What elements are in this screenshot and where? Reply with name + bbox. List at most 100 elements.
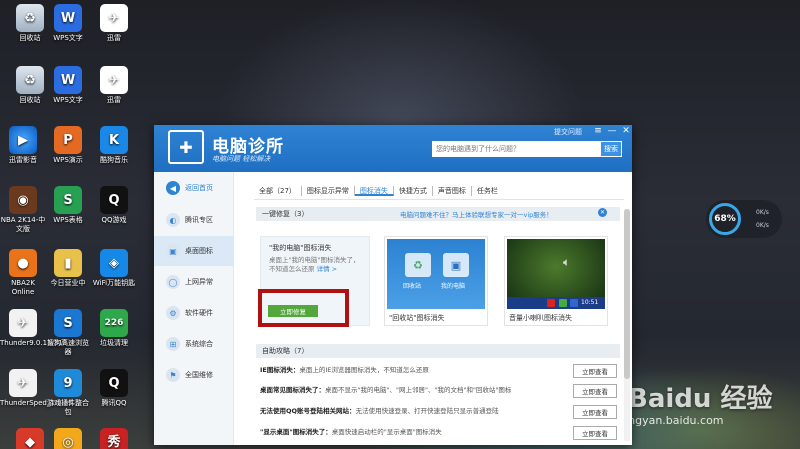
scrollbar-thumb[interactable] [624,209,630,379]
sidebar-item-desktop-icons[interactable]: ▣ 桌面图标 [154,236,234,266]
view-now-button[interactable]: 立即查看 [573,426,617,440]
desktop-icon-xunlei-2[interactable]: ✈ 迅雷 [91,66,137,105]
app-icon: 秀 [100,428,128,449]
desktop-icon-wps-presentation[interactable]: P WPS演示 [45,126,91,165]
desktop-icon-partial-3[interactable]: 秀 [91,428,137,449]
desktop-icon-qq-game[interactable]: Q QQ游戏 [91,186,137,225]
recycle-bin-card[interactable]: ♻ ▣ 回收站 我的电脑 "回收站"图标消失 [384,236,488,326]
tray-clock: 10:51 [581,299,599,306]
bin-label: 回收站 [403,283,422,290]
desktop-icon-label: 游戏插件整合包 [47,399,89,416]
guide-row: 无法使用QQ账号登陆相关网站：无法使用快速登录、打开快速登陆只显示普通登陆 [260,404,620,419]
desktop-icon-xunlei-player[interactable]: ▶ 迅雷影音 [0,126,46,165]
tab-sound-icon[interactable]: 声音图标 [433,186,472,196]
qq-icon: Q [100,369,128,397]
desktop-icon-label: 迅雷 [107,34,121,42]
desktop-icon-label: 搜狗高速浏览器 [47,339,89,356]
thunder-icon: ✈ [9,309,37,337]
wifi-icon: ◈ [100,249,128,277]
xunlei-icon: ✈ [100,4,128,32]
tab-all[interactable]: 全部（27） [254,186,302,196]
search-input[interactable] [432,141,600,157]
desktop-icon-cleaner[interactable]: 226 垃圾清理 [91,309,137,348]
card-description: 桌面上"我的电脑"图标消失了，不知道怎么还原 详情 > [269,256,365,274]
sidebar-item-label: 软件硬件 [185,309,213,317]
sidebar-item-tencent[interactable]: ◐ 腾讯专区 [154,205,234,235]
category-tabs: 全部（27） 图标显示异常 图标消失 快捷方式 声音图标 任务栏 [254,184,503,200]
desktop-icon-game-plugin[interactable]: 9 游戏插件整合包 [45,369,91,417]
guide-desc: 桌面快速启动栏的"显示桌面"图标消失 [331,428,442,436]
wps-writer-icon: W [54,4,82,32]
scrollbar[interactable] [624,209,630,441]
tab-icon-display[interactable]: 图标显示异常 [302,186,355,196]
sidebar-item-label: 上网异常 [185,278,213,286]
sidebar-item-home[interactable]: ◀ 返回首页 [154,173,234,203]
network-speed-widget[interactable]: 68% 0K/s 0K/s [706,200,782,238]
feedback-link[interactable]: 提交问题 [554,127,582,137]
cleaner-icon: 226 [100,309,128,337]
nba2k-online-icon: ● [9,249,37,277]
desktop-icon-wps-spreadsheet[interactable]: S WPS表格 [45,186,91,225]
card-description-text: 桌面上"我的电脑"图标消失了，不知道怎么还原 [269,256,360,273]
close-icon[interactable]: ✕ [620,126,632,136]
tab-shortcut[interactable]: 快捷方式 [394,186,433,196]
desktop-icon-wps-writer[interactable]: W WPS文字 [45,4,91,43]
sidebar-item-network[interactable]: ◯ 上网异常 [154,267,234,297]
desktop-icon-label: WPS表格 [53,216,83,224]
desktop-icon-label: 今日营业中 [50,279,86,287]
windows-icon: ⊞ [166,337,180,351]
sogou-browser-icon: S [54,309,82,337]
repair-icon: ⚑ [166,368,180,382]
close-icon[interactable]: ✕ [598,208,607,217]
search-button[interactable]: 搜索 [600,141,622,157]
desktop-icon-label: 酷狗音乐 [100,156,128,164]
sidebar-item-system[interactable]: ⊞ 系统综合 [154,329,234,359]
kugou-icon: K [100,126,128,154]
desktop-icon-wps-writer-2[interactable]: W WPS文字 [45,66,91,105]
tencent-icon: ◐ [166,213,180,227]
computer-icon: ▣ [443,253,469,277]
vip-service-link[interactable]: 电脑问题难不住？马上体验联想专家一对一vip服务！ [400,209,553,219]
desktop-icon-tencent-qq[interactable]: Q 腾讯QQ [91,369,137,408]
desktop-icon-label: 腾讯QQ [101,399,127,407]
desktop-icon-nba2k14[interactable]: ◉ NBA 2K14-中文版 [0,186,46,234]
app-icon: ◆ [16,428,44,449]
speaker-icon-card[interactable]: 🔈︎ 10:51 音量小喇叭图标消失 [504,236,608,326]
desktop-icon-wifi-key[interactable]: ◈ WiFi万能钥匙 [91,249,137,288]
view-now-button[interactable]: 立即查看 [573,384,617,398]
guide-title: IE图标消失： [260,366,300,374]
desktop-icon-kugou[interactable]: K 酷狗音乐 [91,126,137,165]
speaker-icon: 🔈︎ [563,255,571,269]
details-link[interactable]: 详情 > [317,265,338,273]
menu-icon[interactable]: ≡ [592,126,604,136]
tab-taskbar[interactable]: 任务栏 [472,186,503,196]
guide-row: "显示桌面"图标消失了：桌面快速启动栏的"显示桌面"图标消失 [260,425,620,440]
qq-game-icon: Q [100,186,128,214]
desktop-icon-folder[interactable]: ▮ 今日营业中 [45,249,91,288]
desktop-icon-thundersped[interactable]: ✈ ThunderSped_1.0.33.... [0,369,82,408]
desktop-icon-label: NBA 2K14-中文版 [0,216,46,233]
desktop-icon: ▣ [166,244,180,258]
sidebar-item-repair[interactable]: ⚑ 全国维修 [154,360,234,390]
title-bar[interactable]: ✚ 电脑诊所 电脑问题 轻松解决 提交问题 ≡ — ✕ 搜索 [154,125,632,172]
tab-icon-missing[interactable]: 图标消失 [354,186,394,196]
desktop-icon-sogou-browser[interactable]: S 搜狗高速浏览器 [45,309,91,357]
app-subtitle: 电脑问题 轻松解决 [212,155,271,163]
minimize-icon[interactable]: — [606,126,618,136]
desktop-icon-nba2k-online[interactable]: ● NBA2K Online [0,249,46,297]
desktop-icon-label: 迅雷 [107,96,121,104]
desktop-icon-thunder9[interactable]: ✈ Thunder9.0.11.318 [0,309,67,348]
fix-now-button[interactable]: 立即修复 [268,305,318,317]
wps-spreadsheet-icon: S [54,186,82,214]
desktop-icon-label: WPS文字 [53,34,83,42]
guide-title: 桌面常见图标消失了： [260,386,325,394]
desktop-icon-xunlei[interactable]: ✈ 迅雷 [91,4,137,43]
wps-writer-icon: W [54,66,82,94]
pc-label: 我的电脑 [441,283,466,290]
view-now-button[interactable]: 立即查看 [573,405,617,419]
view-now-button[interactable]: 立即查看 [573,364,617,378]
desktop-icon-partial-2[interactable]: ◎ [45,428,91,449]
folder-icon: ▮ [54,249,82,277]
guide-title: "显示桌面"图标消失了： [260,428,332,436]
sidebar-item-software-hardware[interactable]: ⚙ 软件硬件 [154,298,234,328]
